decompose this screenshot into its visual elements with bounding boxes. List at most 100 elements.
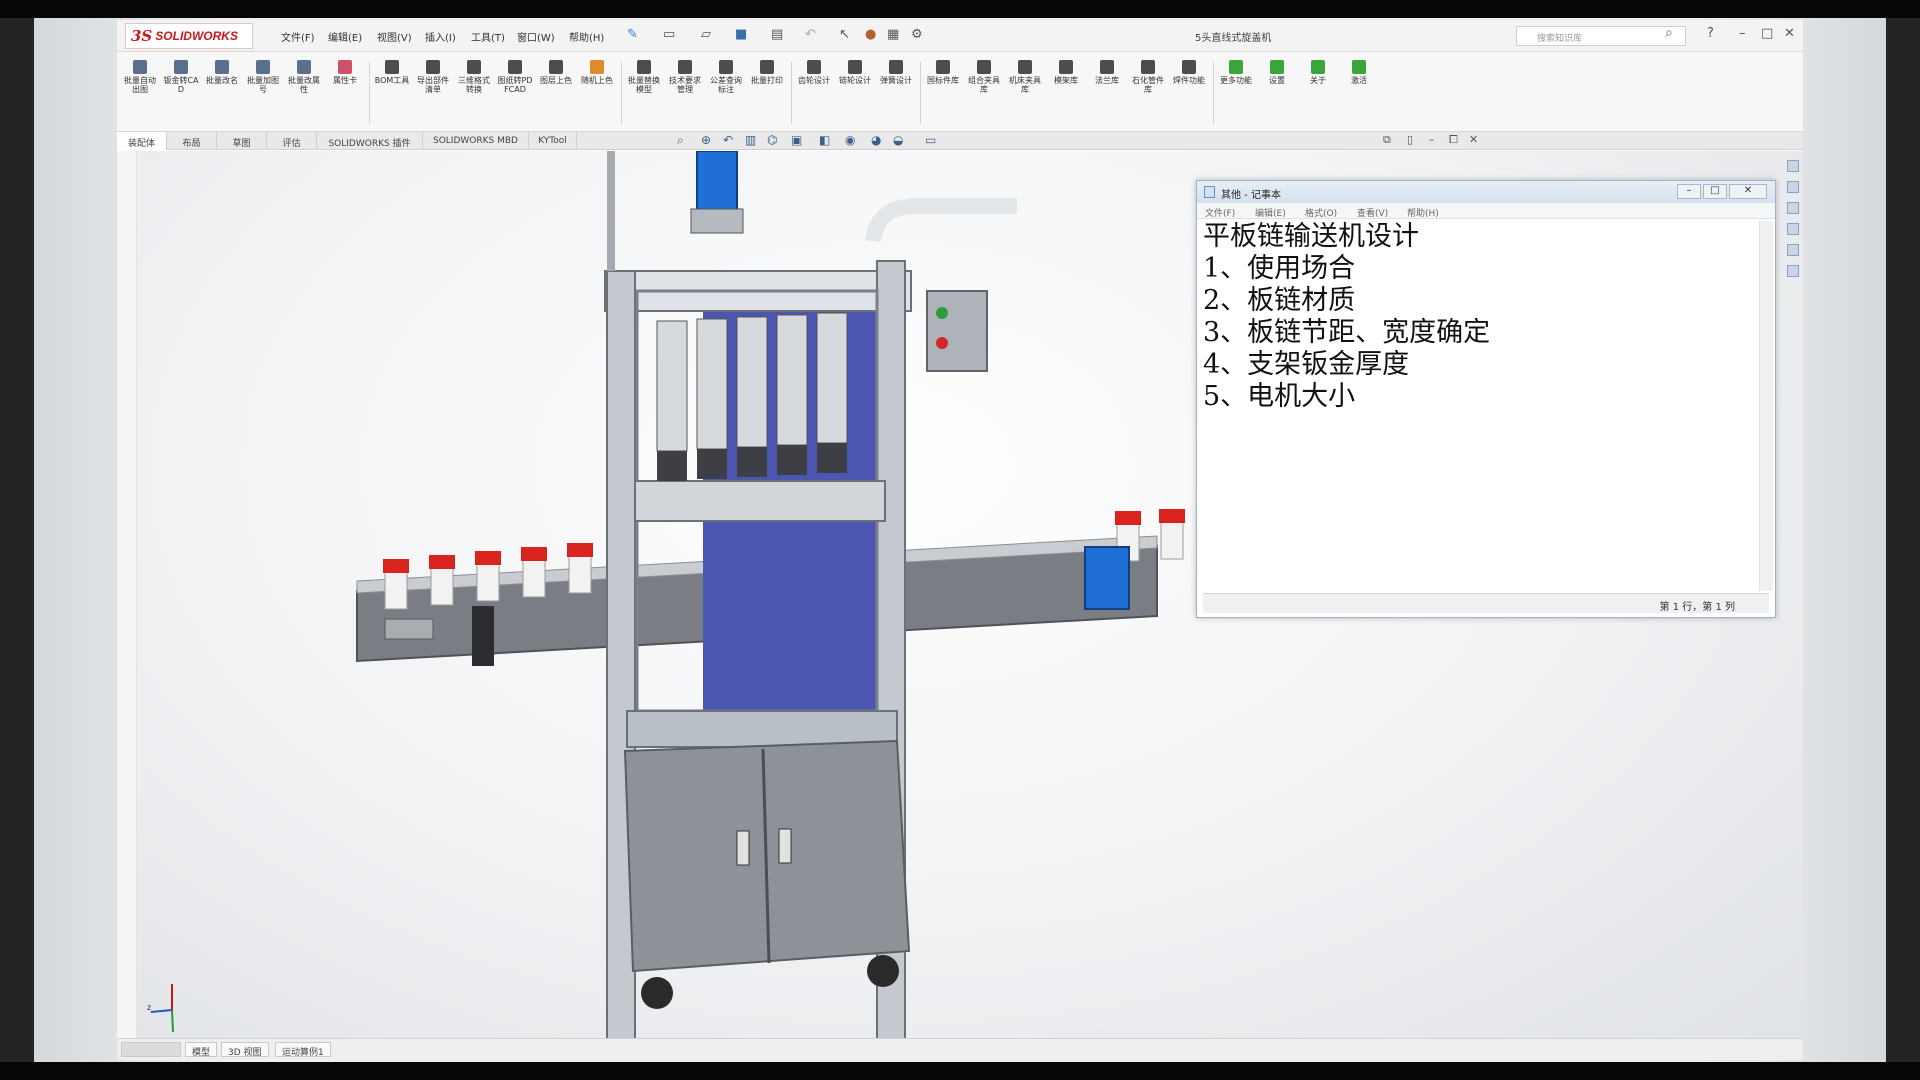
print-icon[interactable]: ▤	[771, 27, 783, 42]
display-style-icon[interactable]: ◧	[819, 133, 830, 147]
resources-icon[interactable]	[1787, 181, 1799, 193]
file-explorer-icon[interactable]	[1787, 223, 1799, 235]
scene-icon[interactable]: ◒	[893, 133, 903, 147]
tab-model[interactable]: 模型	[185, 1042, 218, 1058]
menu-help[interactable]: 帮助(H)	[569, 29, 604, 44]
notepad-minimize-icon[interactable]: –	[1677, 184, 1701, 199]
notepad-title-bar[interactable]: 其他 - 记事本 – □ ✕	[1197, 181, 1775, 203]
ribbon-button[interactable]: 属性卡	[326, 56, 364, 128]
search-icon[interactable]: ⌕	[1665, 25, 1673, 41]
ribbon-button[interactable]: 批量打印	[748, 56, 786, 128]
ribbon-button[interactable]: 弹簧设计	[877, 56, 915, 128]
menu-edit[interactable]: 编辑(E)	[328, 29, 362, 44]
ribbon-button[interactable]: 链轮设计	[836, 56, 874, 128]
minimize-icon[interactable]: –	[1739, 26, 1746, 41]
ribbon-button[interactable]: 焊件功能	[1170, 56, 1208, 128]
close-icon[interactable]: ✕	[1784, 26, 1795, 41]
tab-sketch[interactable]: 草图	[217, 132, 267, 150]
tab-3d-views[interactable]: 3D 视图	[221, 1042, 269, 1058]
appearance-icon[interactable]: ◕	[871, 133, 881, 147]
home-icon[interactable]	[1787, 160, 1799, 172]
notepad-maximize-icon[interactable]: □	[1703, 184, 1727, 199]
previous-view-icon[interactable]: ↶	[723, 133, 733, 147]
ribbon-button[interactable]: 随机上色	[578, 56, 616, 128]
file-properties-icon[interactable]: ▦	[887, 27, 899, 42]
design-library-icon[interactable]	[1787, 202, 1799, 214]
ribbon-button[interactable]: 石化管件库	[1129, 56, 1167, 128]
viewport-close-icon[interactable]: ✕	[1469, 133, 1478, 146]
ribbon-button[interactable]: 关于	[1299, 56, 1337, 128]
ribbon-button[interactable]: 法兰库	[1088, 56, 1126, 128]
notepad-menu-view[interactable]: 查看(V)	[1357, 206, 1388, 219]
ribbon-button[interactable]: 技术要求管理	[666, 56, 704, 128]
tab-solidworks-mbd[interactable]: SOLIDWORKS MBD	[423, 132, 529, 150]
notepad-text-area[interactable]: 平板链输送机设计 1、使用场合 2、板链材质 3、板链节距、宽度确定 4、支架钣…	[1203, 221, 1759, 591]
ribbon-button[interactable]: 批量加图号	[244, 56, 282, 128]
select-cursor-icon[interactable]: ↖	[839, 27, 850, 42]
save-icon[interactable]: ■	[735, 27, 747, 42]
maximize-icon[interactable]: □	[1761, 26, 1773, 41]
undo-icon[interactable]: ↶	[805, 27, 816, 42]
tab-evaluate[interactable]: 评估	[267, 132, 317, 150]
solidworks-logo[interactable]: 3S SOLIDWORKS	[125, 23, 253, 49]
ribbon-button[interactable]: 设置	[1258, 56, 1296, 128]
ribbon-button[interactable]: 激活	[1340, 56, 1378, 128]
ribbon-button[interactable]: 钣金转CAD	[162, 56, 200, 128]
new-document-icon[interactable]: ▭	[663, 27, 675, 42]
ribbon-button[interactable]: 批量改名	[203, 56, 241, 128]
notepad-menu-file[interactable]: 文件(F)	[1205, 206, 1235, 219]
dynamic-annotation-icon[interactable]: ⌬	[767, 133, 777, 147]
section-view-icon[interactable]: ▥	[745, 133, 756, 147]
menu-view[interactable]: 视图(V)	[377, 29, 412, 44]
viewport-maximize-icon[interactable]: ⧠	[1449, 133, 1458, 147]
viewport-tile-icon[interactable]: ▯	[1407, 133, 1413, 146]
notepad-menu-format[interactable]: 格式(O)	[1305, 206, 1337, 219]
appearances-icon[interactable]	[1787, 244, 1799, 256]
tab-assembly[interactable]: 装配体	[117, 132, 167, 150]
pin-icon[interactable]: ✎	[627, 27, 638, 42]
menu-file[interactable]: 文件(F)	[281, 29, 315, 44]
tab-layout[interactable]: 布局	[167, 132, 217, 150]
custom-properties-icon[interactable]	[1787, 265, 1799, 277]
tab-solidworks-addins[interactable]: SOLIDWORKS 插件	[317, 132, 423, 150]
view-orientation-icon[interactable]: ▣	[791, 133, 802, 147]
ribbon-button[interactable]: BOM工具	[373, 56, 411, 128]
notepad-window[interactable]: 其他 - 记事本 – □ ✕ 文件(F) 编辑(E) 格式(O) 查看(V) 帮…	[1196, 180, 1776, 618]
ribbon-button[interactable]: 组合夹具库	[965, 56, 1003, 128]
ribbon-button[interactable]: 机床夹具库	[1006, 56, 1044, 128]
tab-kytool[interactable]: KYTool	[529, 132, 577, 150]
help-icon[interactable]: ?	[1707, 26, 1714, 41]
ribbon-button[interactable]: 图层上色	[537, 56, 575, 128]
ribbon-button[interactable]: 批量自动出图	[121, 56, 159, 128]
hide-show-icon[interactable]: ◉	[845, 133, 855, 147]
menu-tools[interactable]: 工具(T)	[471, 29, 505, 44]
menu-insert[interactable]: 插入(I)	[425, 29, 456, 44]
notepad-menu-edit[interactable]: 编辑(E)	[1255, 206, 1286, 219]
notepad-close-icon[interactable]: ✕	[1729, 184, 1767, 199]
rebuild-icon[interactable]: ●	[865, 27, 876, 42]
ribbon-button[interactable]: 三维格式转换	[455, 56, 493, 128]
tab-motion-placeholder[interactable]	[121, 1042, 181, 1057]
feature-manager-collapsed[interactable]	[117, 151, 137, 1049]
zoom-to-fit-icon[interactable]: ⌕	[677, 133, 684, 148]
ribbon-button[interactable]: 批量改属性	[285, 56, 323, 128]
ribbon-button[interactable]: 公差查询标注	[707, 56, 745, 128]
view-settings-icon[interactable]: ▭	[925, 133, 936, 147]
search-knowledge-input[interactable]: 搜索知识库	[1516, 26, 1686, 46]
ribbon-button[interactable]: 国标件库	[924, 56, 962, 128]
tab-motion-study-1[interactable]: 运动算例1	[275, 1042, 331, 1058]
ribbon-button[interactable]: 模架库	[1047, 56, 1085, 128]
ribbon-button[interactable]: 批量替换模型	[625, 56, 663, 128]
zoom-area-icon[interactable]: ⊕	[701, 133, 711, 147]
menu-window[interactable]: 窗口(W)	[517, 29, 555, 44]
notepad-scrollbar[interactable]	[1759, 221, 1773, 591]
viewport-minimize-icon[interactable]: –	[1429, 133, 1435, 146]
ribbon-button[interactable]: 齿轮设计	[795, 56, 833, 128]
notepad-menu-help[interactable]: 帮助(H)	[1407, 206, 1439, 219]
viewport-restore-icon[interactable]: ⧉	[1383, 133, 1391, 147]
ribbon-button[interactable]: 更多功能	[1217, 56, 1255, 128]
options-gear-icon[interactable]: ⚙	[911, 27, 923, 42]
ribbon-button[interactable]: 导出部件清单	[414, 56, 452, 128]
ribbon-button[interactable]: 图纸转PDFCAD	[496, 56, 534, 128]
open-folder-icon[interactable]: ▱	[701, 27, 711, 42]
